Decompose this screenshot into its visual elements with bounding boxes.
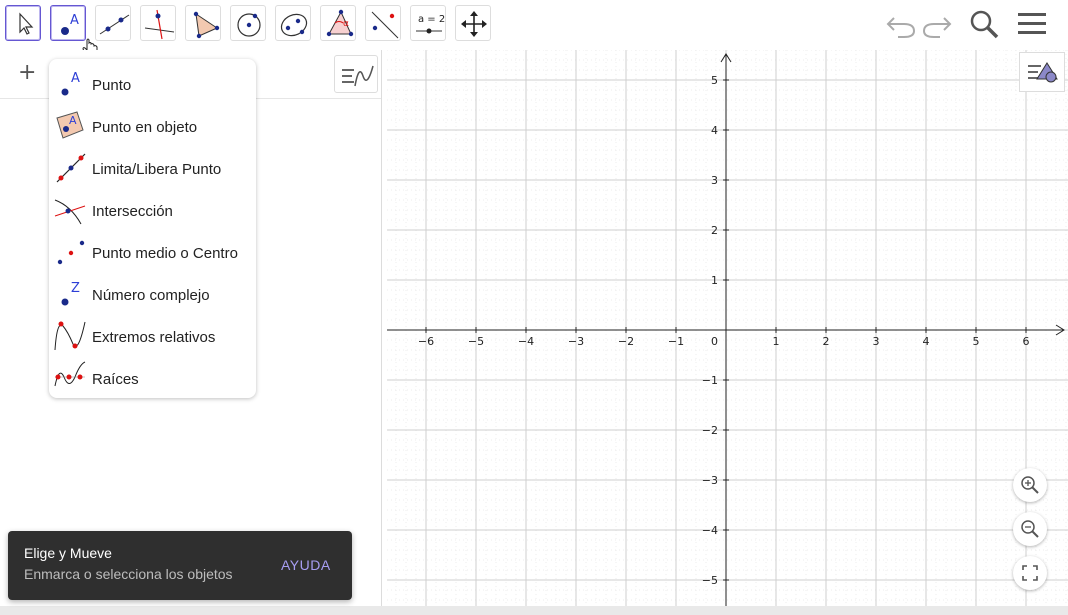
y-tick-label: 2: [711, 224, 718, 237]
y-tick-label: −4: [702, 524, 718, 537]
tool-move[interactable]: [5, 5, 41, 41]
menu-item-limita-libera-punto[interactable]: Limita/Libera Punto: [49, 146, 256, 188]
extremum-icon: [54, 321, 86, 351]
menu-item-numero-complejo[interactable]: Z Número complejo: [49, 272, 256, 314]
x-tick-label: 4: [923, 335, 930, 348]
menu-icon-label: A: [71, 71, 80, 86]
origin-label: 0: [711, 335, 718, 348]
tool-line[interactable]: [95, 5, 131, 41]
tool-conic[interactable]: [275, 5, 311, 41]
angle-icon-label: α: [343, 19, 349, 29]
menu-item-extremos-relativos[interactable]: Extremos relativos: [49, 314, 256, 356]
x-tick-label: −3: [568, 335, 584, 348]
x-tick-label: 5: [973, 335, 980, 348]
toolbar: A α a = 2: [0, 0, 1068, 57]
slider-icon-label: a = 2: [418, 14, 445, 25]
x-tick-label: −4: [518, 335, 534, 348]
y-tick-label: −5: [702, 574, 718, 587]
zoom-out-button[interactable]: [1013, 512, 1047, 546]
menu-icon-label: Z: [71, 281, 80, 296]
redo-icon[interactable]: [920, 6, 954, 42]
zoom-out-icon: [1021, 520, 1039, 538]
help-button[interactable]: AYUDA: [281, 557, 331, 573]
point-icon-label: A: [70, 13, 79, 28]
circle-icon: [237, 13, 261, 37]
y-tick-label: 1: [711, 274, 718, 287]
fullscreen-icon: [1022, 565, 1038, 581]
graphics-style-icon: [1028, 62, 1058, 83]
menu-item-label: Raíces: [92, 371, 139, 388]
menu-item-interseccion[interactable]: Intersección: [49, 188, 256, 230]
menu-item-label: Punto en objeto: [92, 119, 198, 136]
menu-item-label: Punto: [92, 77, 132, 94]
point-icon: A: [61, 13, 79, 35]
menu-item-punto-en-objeto[interactable]: A Punto en objeto: [49, 104, 256, 146]
menu-icon-label: A: [69, 114, 77, 127]
toast-title: Elige y Mueve: [24, 545, 112, 561]
angle-icon: α: [326, 9, 354, 37]
search-icon[interactable]: [966, 6, 1002, 42]
tool-circle[interactable]: [230, 5, 266, 41]
add-input-icon[interactable]: +: [18, 60, 36, 85]
roots-icon: [54, 361, 86, 387]
tool-help-toast: Elige y Mueve Enmarca o selecciona los o…: [8, 531, 352, 600]
y-tick-label: 4: [711, 124, 718, 137]
undo-icon[interactable]: [884, 6, 918, 42]
algebra-style-button[interactable]: [334, 55, 378, 93]
menu-icon[interactable]: [1014, 6, 1050, 42]
x-tick-label: −6: [418, 335, 434, 348]
polygon-icon: [193, 11, 220, 39]
y-tick-label: −2: [702, 424, 718, 437]
coordinate-grid[interactable]: −6 −5 −4 −3 −2 −1 1 2 3 4 5 6 5 4 3 2 1 −1 −2 −3 −4 −5 0: [387, 49, 1068, 606]
y-tick-label: −1: [702, 374, 718, 387]
menu-item-punto[interactable]: A Punto: [49, 62, 256, 104]
tool-point[interactable]: A: [50, 5, 86, 41]
move-graphics-icon: [461, 11, 487, 37]
line-icon: [99, 14, 130, 35]
intersect-icon: [54, 199, 86, 225]
menu-item-label: Intersección: [92, 203, 173, 220]
point-tools-menu: A Punto A Punto en objeto Limita/Libera …: [49, 59, 256, 398]
x-tick-label: 1: [773, 335, 780, 348]
graphics-style-button[interactable]: [1019, 52, 1065, 92]
zoom-in-icon: [1021, 476, 1039, 494]
bottom-bar: [0, 606, 1068, 615]
menu-item-label: Punto medio o Centro: [92, 245, 238, 262]
menu-item-label: Número complejo: [92, 287, 210, 304]
y-tick-label: −3: [702, 474, 718, 487]
menu-item-label: Extremos relativos: [92, 329, 216, 346]
toast-subtitle: Enmarca o selecciona los objetos: [24, 566, 233, 582]
tool-perpendicular[interactable]: [140, 5, 176, 41]
point-icon: A: [61, 71, 80, 96]
menu-item-punto-medio[interactable]: Punto medio o Centro: [49, 230, 256, 272]
fullscreen-button[interactable]: [1013, 556, 1047, 590]
x-tick-label: −5: [468, 335, 484, 348]
x-tick-label: 2: [823, 335, 830, 348]
tool-polygon[interactable]: [185, 5, 221, 41]
menu-item-label: Limita/Libera Punto: [92, 161, 222, 178]
x-tick-label: 6: [1023, 335, 1030, 348]
attach-detach-point-icon: [56, 153, 86, 183]
x-tick-label: −1: [668, 335, 684, 348]
point-on-object-icon: A: [56, 111, 84, 139]
zoom-in-button[interactable]: [1013, 468, 1047, 502]
ellipse-icon: [280, 13, 308, 37]
complex-number-icon: Z: [61, 281, 80, 306]
perpendicular-line-icon: [144, 9, 175, 40]
x-tick-label: 3: [873, 335, 880, 348]
menu-item-raices[interactable]: Raíces: [49, 356, 256, 398]
tool-pan[interactable]: [455, 5, 491, 41]
slider-icon: a = 2: [416, 14, 445, 34]
algebra-style-icon: [342, 65, 374, 87]
tool-reflect[interactable]: [365, 5, 401, 41]
y-tick-label: 5: [711, 74, 718, 87]
tool-slider[interactable]: a = 2: [410, 5, 446, 41]
y-tick-label: 3: [711, 174, 718, 187]
tool-angle[interactable]: α: [320, 5, 356, 41]
midpoint-icon: [57, 240, 85, 265]
reflect-icon: [371, 11, 399, 39]
x-tick-label: −2: [618, 335, 634, 348]
move-arrow-icon: [19, 12, 34, 35]
graphics-view[interactable]: −6 −5 −4 −3 −2 −1 1 2 3 4 5 6 5 4 3 2 1 −1 −2 −3 −4 −5 0: [387, 49, 1068, 606]
